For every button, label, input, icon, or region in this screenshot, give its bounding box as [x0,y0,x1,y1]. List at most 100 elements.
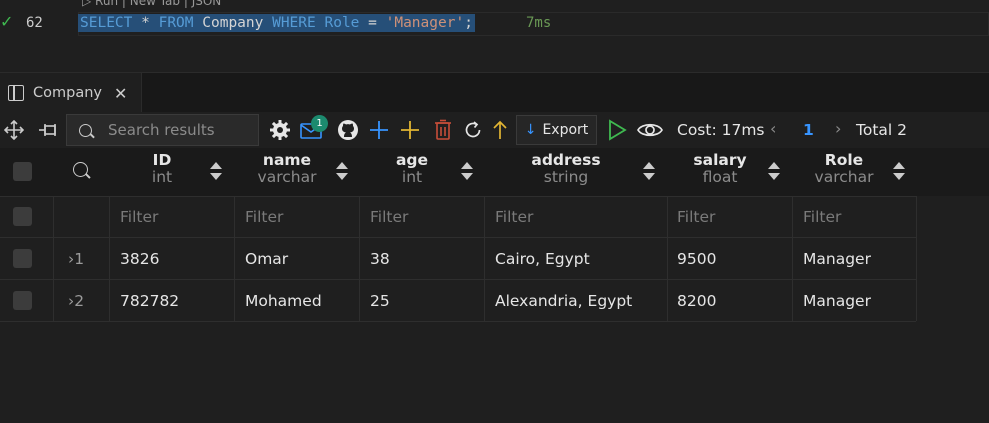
arrow-up-icon[interactable] [489,112,511,148]
column-name: address [531,151,601,169]
grid-line [792,196,793,321]
row-checkbox[interactable] [13,249,32,268]
download-arrow-icon: ↓ [524,122,537,138]
cell-role[interactable]: Manager [803,292,871,310]
cell-id[interactable]: 3826 [120,250,159,268]
column-search-icon[interactable] [73,162,88,177]
column-header-age[interactable]: age int [380,148,444,196]
play-icon[interactable] [605,112,629,148]
result-tabbar: Company ✕ [0,72,989,113]
filter-input-age[interactable]: Filter [370,208,408,226]
pin-icon[interactable] [36,112,62,148]
row-number: 1 [74,250,85,268]
column-header-salary[interactable]: salary float [690,148,750,196]
eye-icon[interactable] [636,112,664,148]
column-header-role[interactable]: Role varchar [810,148,878,196]
column-name: salary [693,151,747,169]
sql-statement[interactable]: SELECT * FROM Company WHERE Role = 'Mana… [78,14,475,32]
sql-keyword: SELECT [80,15,133,31]
add-row-icon[interactable] [398,112,422,148]
cell-salary[interactable]: 8200 [677,292,716,310]
cell-address[interactable]: Cairo, Egypt [495,250,590,268]
column-name: ID [152,151,172,169]
column-name: Role [824,151,864,169]
tab-company[interactable]: Company ✕ [0,73,142,113]
column-header-id[interactable]: ID int [130,148,194,196]
codelens-actions[interactable]: Run | New Tab | JSON [95,0,221,8]
chevron-right-icon[interactable]: › [835,119,841,138]
sort-icon[interactable] [461,162,473,182]
grid-line [53,196,54,321]
sort-icon[interactable] [210,162,222,182]
cell-name[interactable]: Omar [245,250,288,268]
column-type: int [401,168,423,186]
select-all-checkbox[interactable] [13,162,32,181]
cell-role[interactable]: Manager [803,250,871,268]
query-cost: Cost: 17ms [677,121,765,139]
column-header-name[interactable]: name varchar [251,148,323,196]
sql-operator: = [368,15,377,31]
sql-keyword: FROM [158,15,194,31]
export-label: Export [542,122,589,138]
refresh-icon[interactable] [461,112,485,148]
filter-input-role[interactable]: Filter [803,208,841,226]
sort-icon[interactable] [643,162,655,182]
filter-row-checkbox[interactable] [13,207,32,226]
filter-input-id[interactable]: Filter [120,208,158,226]
cell-id[interactable]: 782782 [120,292,179,310]
cell-age[interactable]: 25 [370,292,390,310]
panel-icon [8,85,24,101]
search-box[interactable] [66,114,259,146]
sort-icon[interactable] [768,162,780,182]
current-page[interactable]: 1 [803,121,814,139]
filter-input-salary[interactable]: Filter [677,208,715,226]
cell-address[interactable]: Alexandria, Egypt [495,292,632,310]
grid-line [916,196,917,321]
tab-label: Company [33,85,102,101]
sort-icon[interactable] [893,162,905,182]
column-name: age [395,151,429,169]
column-type: varchar [257,168,317,186]
search-input[interactable] [108,121,258,139]
column-header-address[interactable]: address string [525,148,607,196]
sql-star: * [141,15,150,31]
row-index[interactable]: ›2 [68,292,84,310]
execution-time: 7ms [526,15,552,31]
notification-badge: 1 [311,115,328,132]
move-icon[interactable] [2,112,26,148]
line-number: 62 [26,15,43,31]
search-icon [79,123,92,137]
gear-icon[interactable] [268,112,292,148]
row-checkbox[interactable] [13,291,32,310]
column-type: int [151,168,173,186]
column-type: string [543,168,589,186]
sort-icon[interactable] [336,162,348,182]
sql-column: Role [324,15,360,31]
sql-editor: ▷ Run | New Tab | JSON ✓ 62 SELECT * FRO… [0,0,989,72]
column-type: varchar [814,168,874,186]
close-icon[interactable]: ✕ [114,84,127,103]
cell-name[interactable]: Mohamed [245,292,322,310]
codelens[interactable]: ▷ Run | New Tab | JSON [82,0,221,8]
sql-keyword: WHERE [272,15,316,31]
sql-string: 'Manager' [385,15,465,31]
add-icon[interactable] [367,112,391,148]
grid-line [667,196,668,321]
total-count: Total 2 [856,121,907,139]
filter-input-name[interactable]: Filter [245,208,283,226]
delete-icon[interactable] [430,112,456,148]
row-number: 2 [74,292,85,310]
column-name: name [262,151,312,169]
chevron-left-icon[interactable]: ‹ [770,119,776,138]
row-index[interactable]: ›1 [68,250,84,268]
sql-table: Company [202,15,264,31]
grid-line [234,196,235,321]
filter-input-address[interactable]: Filter [495,208,533,226]
grid-line [484,196,485,321]
cell-age[interactable]: 38 [370,250,390,268]
github-icon[interactable] [336,112,360,148]
success-check-icon: ✓ [0,12,14,31]
cell-salary[interactable]: 9500 [677,250,716,268]
export-button[interactable]: ↓ Export [516,115,597,145]
grid-line [109,196,110,321]
